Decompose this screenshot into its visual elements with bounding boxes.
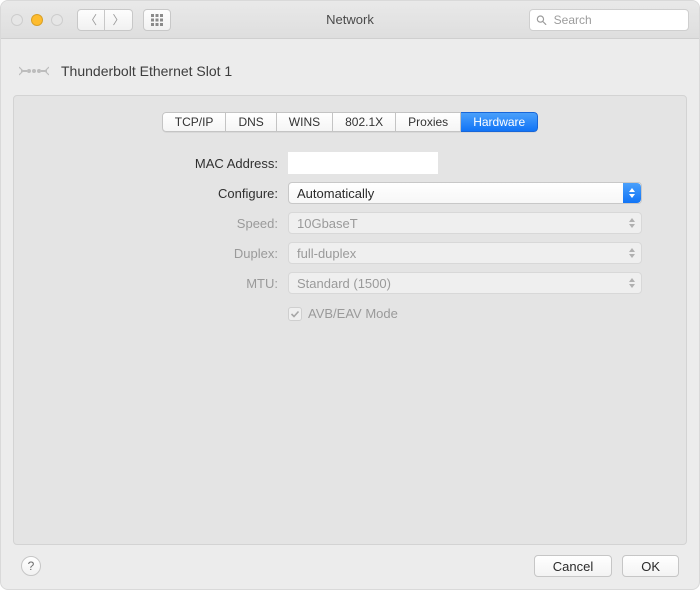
search-field-wrap[interactable] [529, 9, 689, 31]
network-prefs-window: 〈 〉 Network [0, 0, 700, 590]
titlebar: 〈 〉 Network [1, 1, 699, 39]
tab-8021x[interactable]: 802.1X [333, 112, 396, 132]
speed-select: 10GbaseT [288, 212, 642, 234]
updown-icon [623, 243, 641, 263]
configure-value: Automatically [297, 186, 374, 201]
close-window-dot[interactable] [11, 14, 23, 26]
tab-hardware[interactable]: Hardware [461, 112, 538, 132]
back-button[interactable]: 〈 [77, 9, 105, 31]
ethernet-icon [19, 57, 49, 85]
avb-row: AVB/EAV Mode [288, 306, 642, 321]
checkmark-icon [290, 309, 300, 319]
help-button[interactable]: ? [21, 556, 41, 576]
body: Thunderbolt Ethernet Slot 1 TCP/IP DNS W… [1, 39, 699, 589]
duplex-select: full-duplex [288, 242, 642, 264]
avb-label: AVB/EAV Mode [308, 306, 398, 321]
tabbar: TCP/IP DNS WINS 802.1X Proxies Hardware [28, 112, 672, 132]
updown-icon [623, 183, 641, 203]
mtu-label: MTU: [28, 276, 278, 291]
show-all-button[interactable] [143, 9, 171, 31]
chevron-left-icon: 〈 [85, 11, 97, 28]
minimize-window-dot[interactable] [31, 14, 43, 26]
tab-proxies[interactable]: Proxies [396, 112, 461, 132]
tab-wins[interactable]: WINS [277, 112, 333, 132]
mtu-select: Standard (1500) [288, 272, 642, 294]
ok-button[interactable]: OK [622, 555, 679, 577]
mac-address-value [288, 152, 438, 174]
speed-label: Speed: [28, 216, 278, 231]
speed-value: 10GbaseT [297, 216, 358, 231]
hardware-form: MAC Address: Configure: Automatically Sp… [28, 152, 672, 321]
updown-icon [623, 273, 641, 293]
interface-name: Thunderbolt Ethernet Slot 1 [61, 63, 232, 79]
configure-label: Configure: [28, 186, 278, 201]
traffic-lights [11, 14, 63, 26]
duplex-label: Duplex: [28, 246, 278, 261]
search-icon [536, 14, 547, 26]
forward-button[interactable]: 〉 [105, 9, 133, 31]
mtu-value: Standard (1500) [297, 276, 391, 291]
nav-group: 〈 〉 [77, 9, 133, 31]
tab-dns[interactable]: DNS [226, 112, 276, 132]
footer: ? Cancel OK [13, 545, 687, 581]
mac-address-label: MAC Address: [28, 156, 278, 171]
tab-tcpip[interactable]: TCP/IP [162, 112, 227, 132]
search-input[interactable] [552, 12, 682, 28]
updown-icon [623, 213, 641, 233]
cancel-button[interactable]: Cancel [534, 555, 612, 577]
avb-checkbox [288, 307, 302, 321]
interface-header: Thunderbolt Ethernet Slot 1 [13, 51, 687, 95]
duplex-value: full-duplex [297, 246, 356, 261]
settings-panel: TCP/IP DNS WINS 802.1X Proxies Hardware … [13, 95, 687, 545]
zoom-window-dot[interactable] [51, 14, 63, 26]
grid-icon [151, 14, 163, 26]
chevron-right-icon: 〉 [112, 11, 124, 28]
configure-select[interactable]: Automatically [288, 182, 642, 204]
